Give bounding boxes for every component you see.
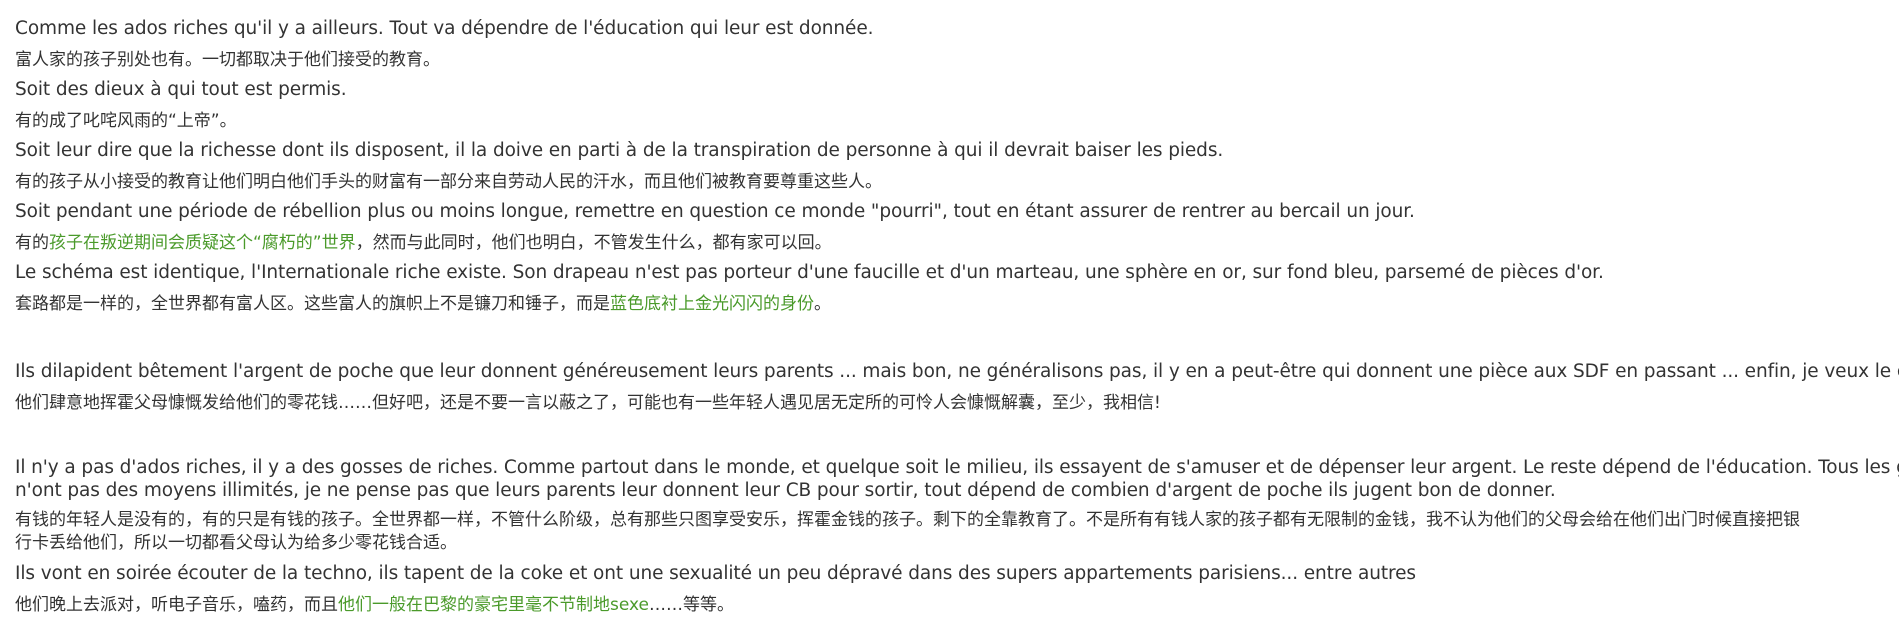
text-line-fr: Ils vont en soirée écouter de la techno,…	[15, 563, 1416, 584]
highlighted-phrase[interactable]: 他们一般在巴黎的豪宅里毫不节制地sexe	[338, 595, 649, 615]
text-line-zh: 有的孩子从小接受的教育让他们明白他们手头的财富有一部分来自劳动人民的汗水，而且他…	[15, 171, 882, 192]
text-line-fr: Le schéma est identique, l'International…	[15, 262, 1604, 283]
text-line-zh: 有的成了叱咤风雨的“上帝”。	[15, 110, 237, 131]
text-segment: 有的	[15, 232, 49, 253]
text-line-zh: 他们晚上去派对，听电子音乐，嗑药，而且他们一般在巴黎的豪宅里毫不节制地sexe……	[15, 590, 1899, 621]
paragraph-zh: 有钱的年轻人是没有的，有的只是有钱的孩子。全世界都一样，不管什么阶级，总有那些只…	[15, 509, 1899, 555]
text-line-zh: 行卡丢给他们，所以一切都看父母认为给多少零花钱合适。	[15, 533, 457, 553]
text-line-zh: 有钱的年轻人是没有的，有的只是有钱的孩子。全世界都一样，不管什么阶级，总有那些只…	[15, 510, 1800, 530]
highlighted-phrase[interactable]: 蓝色底衬上金光闪闪的身份	[610, 294, 814, 314]
text-line-fr: Ils dilapident bêtement l'argent de poch…	[15, 361, 1899, 382]
text-line-fr: Soit des dieux à qui tout est permis.	[15, 79, 347, 100]
text-line-zh: 有的孩子在叛逆期间会质疑这个“腐朽的”世界，然而与此同时，他们也明白，不管发生什…	[15, 228, 1899, 259]
text-line-zh: 富人家的孩子别处也有。一切都取决于他们接受的教育。	[15, 49, 440, 70]
highlighted-phrase[interactable]: 孩子在叛逆期间会质疑这个“腐朽的”世界	[49, 233, 356, 253]
text-segment: 套路都是一样的，全世界都有富人区。这些富人的旗帜上不是镰刀和锤子，而是	[15, 293, 610, 314]
text-line-fr: Soit leur dire que la richesse dont ils …	[15, 140, 1224, 161]
text-segment: 。	[814, 293, 831, 314]
text-line-zh: 他们肆意地挥霍父母慷慨发给他们的零花钱……但好吧，还是不要一言以蔽之了，可能也有…	[15, 392, 1161, 413]
text-segment: ，然而与此同时，他们也明白，不管发生什么，都有家可以回。	[355, 232, 832, 253]
article-body: Comme les ados riches qu'il y a ailleurs…	[15, 14, 1899, 620]
text-line-fr: Comme les ados riches qu'il y a ailleurs…	[15, 18, 874, 39]
text-segment: 他们晚上去派对，听电子音乐，嗑药，而且	[15, 594, 338, 615]
text-line-fr: Il n'y a pas d'ados riches, il y a des g…	[15, 457, 1899, 478]
text-line-zh: 套路都是一样的，全世界都有富人区。这些富人的旗帜上不是镰刀和锤子，而是蓝色底衬上…	[15, 289, 1899, 320]
text-segment: ……等等。	[649, 594, 735, 615]
paragraph-fr: Il n'y a pas d'ados riches, il y a des g…	[15, 456, 1899, 502]
text-line-fr: Soit pendant une période de rébellion pl…	[15, 201, 1415, 222]
text-line-fr: n'ont pas des moyens illimités, je ne pe…	[15, 480, 1556, 501]
